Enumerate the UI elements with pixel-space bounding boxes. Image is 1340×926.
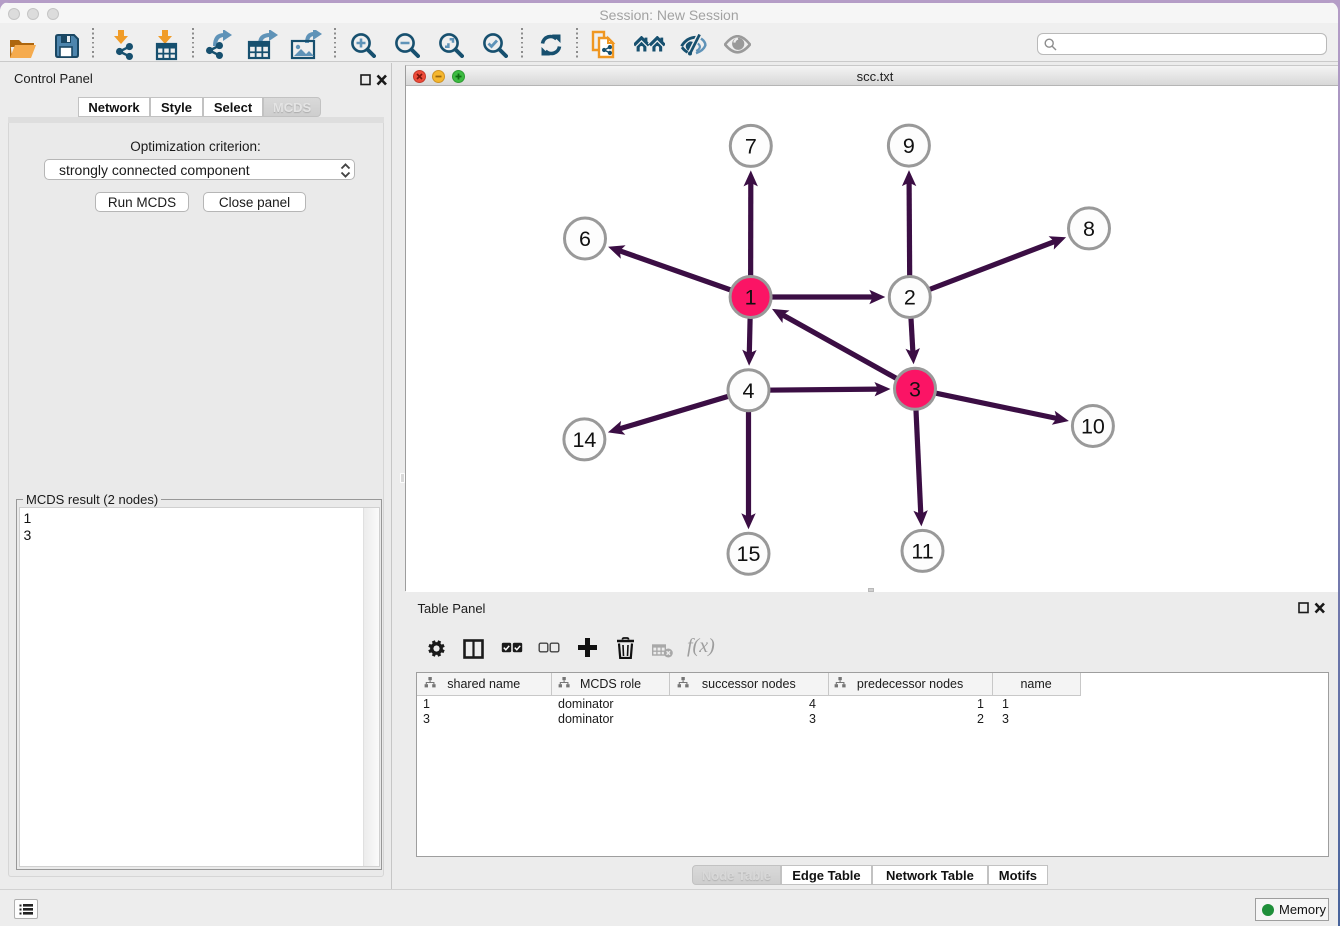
svg-text:3: 3 <box>909 377 921 401</box>
svg-text:2: 2 <box>904 286 916 310</box>
svg-text:14: 14 <box>572 428 596 452</box>
svg-text:10: 10 <box>1081 415 1105 439</box>
svg-text:6: 6 <box>579 227 591 251</box>
svg-text:4: 4 <box>743 379 755 403</box>
svg-text:7: 7 <box>745 134 757 158</box>
svg-text:15: 15 <box>737 542 761 566</box>
svg-text:9: 9 <box>903 134 915 158</box>
svg-text:8: 8 <box>1083 217 1095 241</box>
svg-text:1: 1 <box>745 286 757 310</box>
svg-text:11: 11 <box>911 539 933 563</box>
